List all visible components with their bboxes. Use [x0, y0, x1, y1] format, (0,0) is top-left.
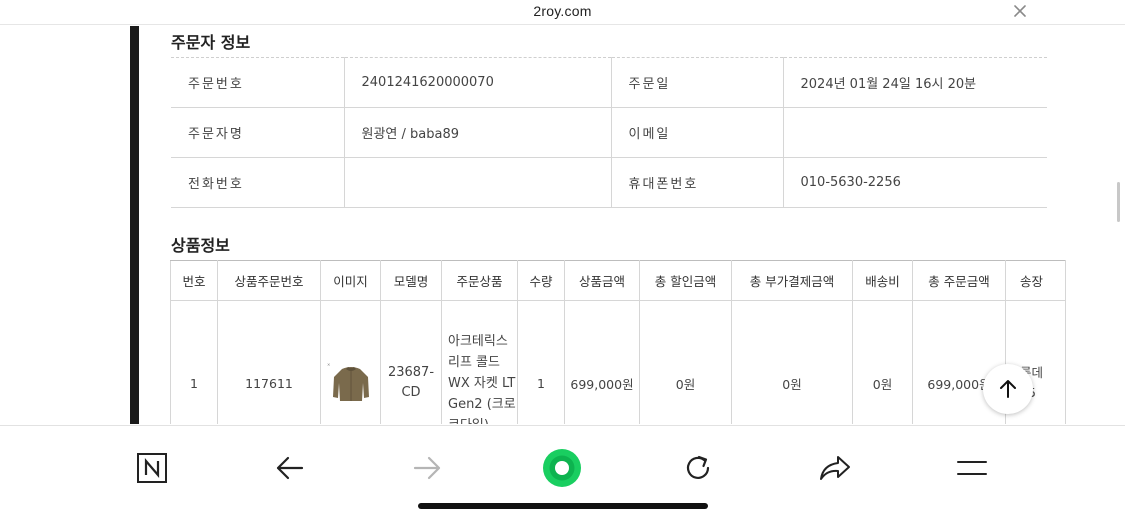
table-row: 1 117611 ✕ 23687- CD 아크테릭스 리프 콜드 WX 자켓 L…	[170, 300, 1066, 424]
cell-discount: 0원	[639, 300, 732, 424]
page-content[interactable]: 주문자 정보 주문번호 2401241620000070 주문일 2024년 0…	[0, 26, 1125, 424]
header-model: 모델명	[380, 260, 442, 301]
naver-home-button[interactable]	[132, 448, 172, 488]
header-invoice: 송장	[1005, 260, 1066, 301]
green-dot-button[interactable]	[542, 448, 582, 488]
header-shipping: 배송비	[852, 260, 913, 301]
scrollbar[interactable]	[1117, 182, 1120, 222]
reload-button[interactable]	[678, 448, 718, 488]
svg-text:✕: ✕	[327, 362, 330, 367]
header-image: 이미지	[320, 260, 381, 301]
label-cell: 이메일	[611, 107, 784, 158]
cell-extra-payment: 0원	[731, 300, 853, 424]
arrow-up-icon	[1000, 380, 1016, 398]
label-cell: 주문자명	[171, 107, 345, 158]
value-cell	[344, 157, 612, 208]
value-cell: 2024년 01월 24일 16시 20분	[783, 57, 1047, 108]
header-order-no: 상품주문번호	[217, 260, 321, 301]
value-cell: 010-5630-2256	[783, 157, 1047, 208]
model-line: CD	[401, 385, 421, 401]
value-cell: 2401241620000070	[344, 57, 612, 108]
menu-button[interactable]	[952, 448, 992, 488]
header-discount: 총 할인금액	[639, 260, 732, 301]
header-extra-payment: 총 부가결제금액	[731, 260, 853, 301]
home-indicator[interactable]	[418, 503, 708, 509]
cell-order-no[interactable]: 117611	[217, 300, 321, 424]
cell-model: 23687- CD	[380, 300, 442, 424]
table-row: 전화번호 휴대폰번호 010-5630-2256	[171, 157, 1047, 208]
address-bar[interactable]: 2roy.com	[0, 0, 1125, 25]
green-dot-icon	[543, 449, 581, 487]
table-row: 주문자명 원광연 / baba89 이메일	[171, 107, 1047, 158]
label-cell: 주문일	[611, 57, 784, 108]
header-no: 번호	[170, 260, 218, 301]
header-total: 총 주문금액	[912, 260, 1006, 301]
reload-icon	[686, 455, 710, 479]
scroll-to-top-button[interactable]	[983, 364, 1033, 414]
products-table: 번호 상품주문번호 이미지 모델명 주문상품 수량 상품금액 총 할인금액 총 …	[170, 260, 1066, 424]
product-image[interactable]: ✕	[323, 356, 378, 407]
cell-shipping: 0원	[852, 300, 913, 424]
header-product: 주문상품	[441, 260, 518, 301]
orderer-table: 주문번호 2401241620000070 주문일 2024년 01월 24일 …	[171, 57, 1047, 208]
share-button[interactable]	[815, 448, 855, 488]
forward-button[interactable]	[407, 448, 447, 488]
value-cell: 원광연 / baba89	[344, 107, 612, 158]
cell-product-name[interactable]: 아크테릭스 리프 콜드 WX 자켓 LT Gen2 (크로코다일)	[441, 300, 518, 424]
table-row: 주문번호 2401241620000070 주문일 2024년 01월 24일 …	[171, 57, 1047, 108]
bottom-toolbar	[0, 425, 1125, 519]
table-header-row: 번호 상품주문번호 이미지 모델명 주문상품 수량 상품금액 총 할인금액 총 …	[170, 260, 1066, 301]
left-divider	[130, 26, 139, 424]
menu-icon	[957, 461, 987, 475]
share-icon	[820, 456, 850, 480]
products-section-title: 상품정보	[171, 236, 230, 255]
naver-n-icon	[137, 453, 167, 483]
forward-arrow-icon	[413, 456, 441, 480]
back-arrow-icon	[276, 456, 304, 480]
cell-no: 1	[170, 300, 218, 424]
value-cell	[783, 107, 1047, 158]
cell-price: 699,000원	[564, 300, 640, 424]
header-price: 상품금액	[564, 260, 640, 301]
close-icon[interactable]	[1010, 1, 1030, 21]
label-cell: 휴대폰번호	[611, 157, 784, 208]
orderer-section-title: 주문자 정보	[171, 33, 251, 52]
label-cell: 주문번호	[171, 57, 345, 108]
header-qty: 수량	[517, 260, 565, 301]
url-text: 2roy.com	[533, 3, 592, 19]
cell-qty: 1	[517, 300, 565, 424]
label-cell: 전화번호	[171, 157, 345, 208]
model-line: 23687-	[387, 365, 435, 381]
back-button[interactable]	[270, 448, 310, 488]
cell-image[interactable]: ✕	[320, 300, 381, 424]
